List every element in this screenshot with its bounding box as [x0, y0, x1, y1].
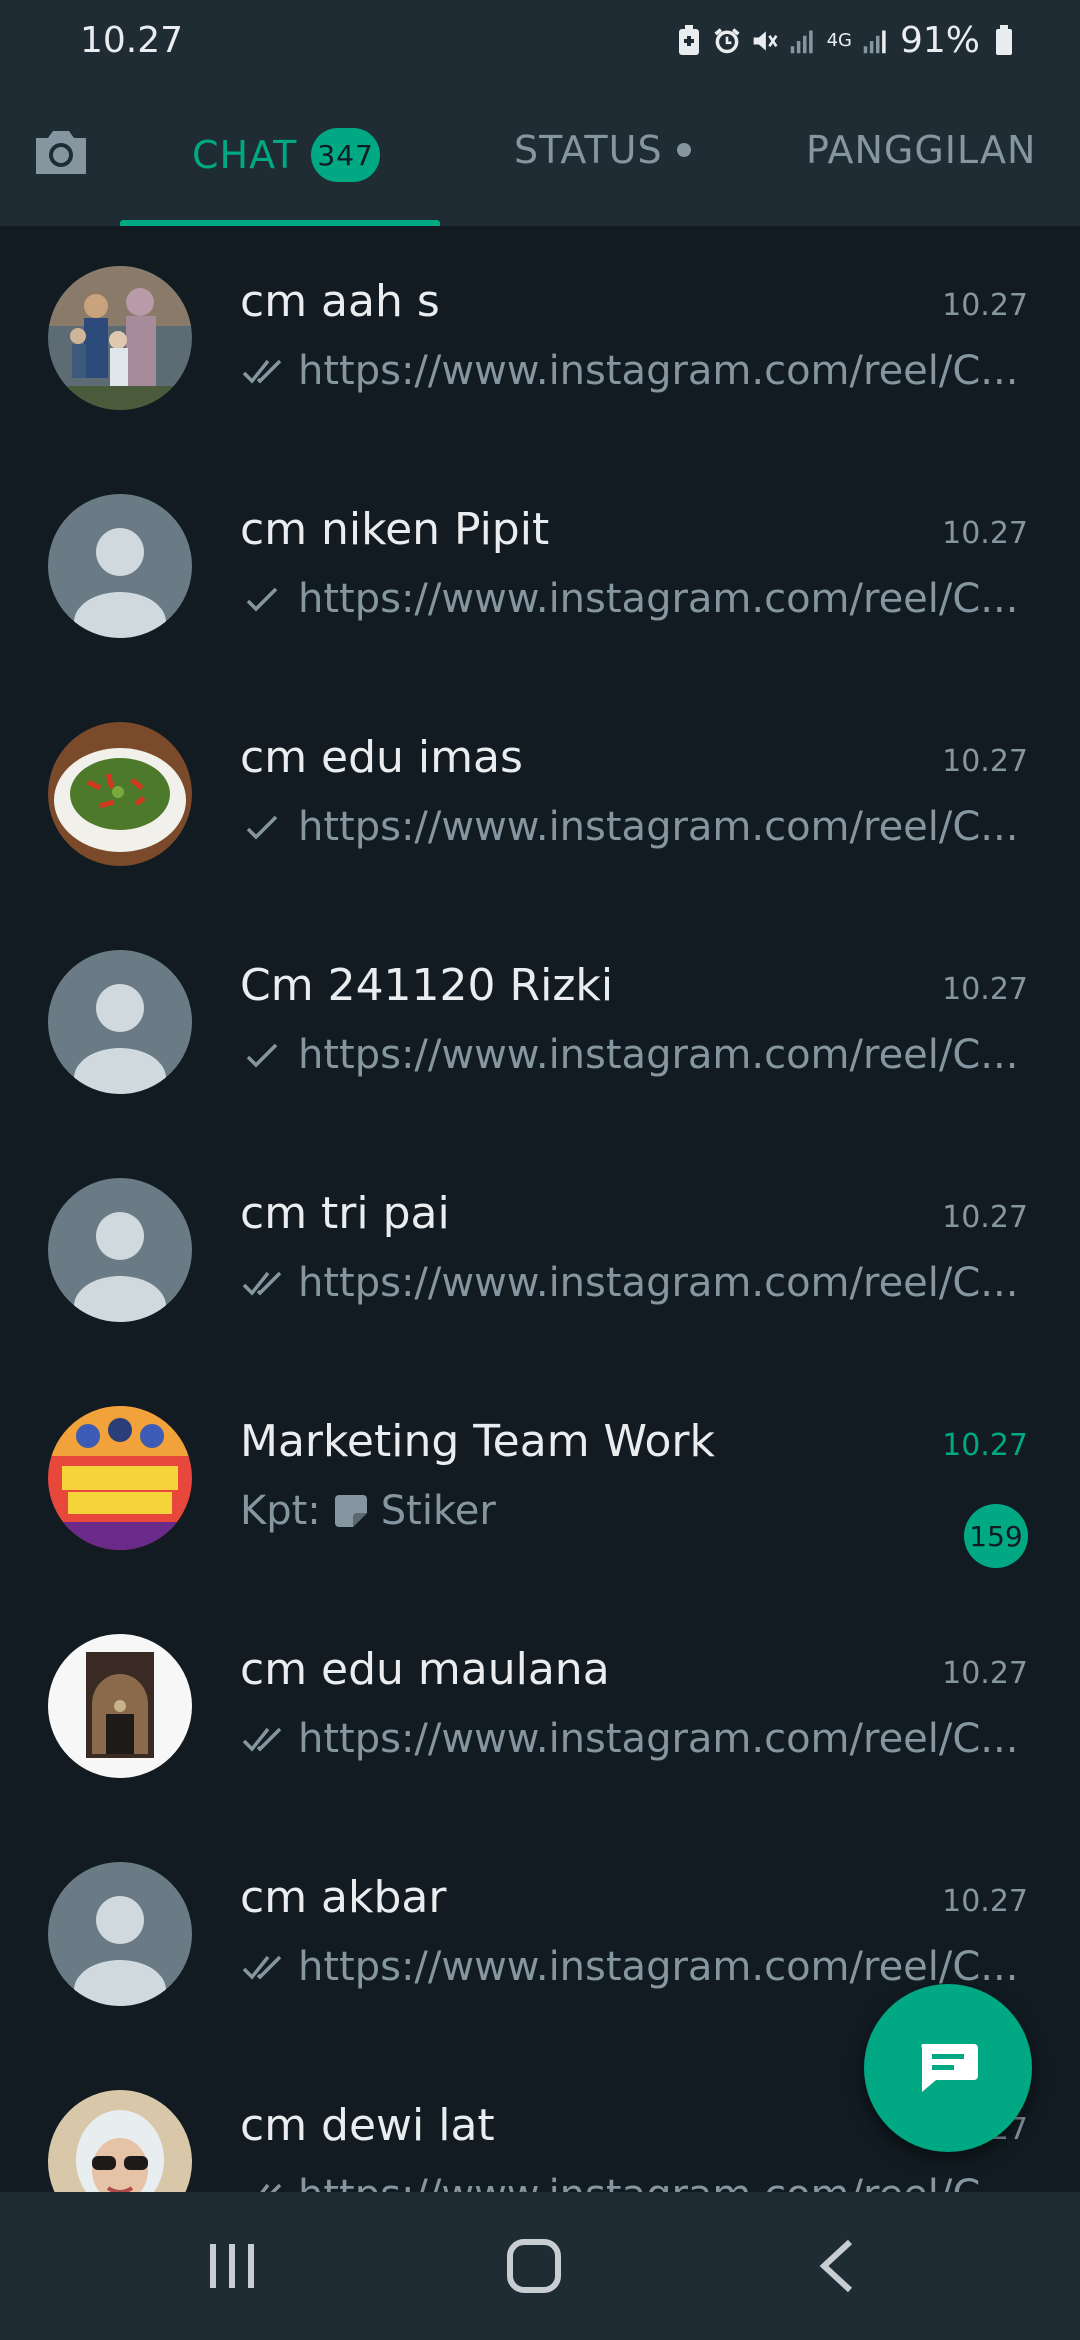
- chat-name: cm edu maulana: [240, 1644, 610, 1695]
- avatar[interactable]: [48, 1862, 192, 2006]
- room-photo-icon: [48, 1634, 192, 1778]
- default-person-icon: [48, 494, 192, 638]
- chat-time: 10.27: [942, 1656, 1028, 1691]
- chat-preview-sender: Kpt:: [240, 1488, 321, 1534]
- chat-name: cm tri pai: [240, 1188, 450, 1239]
- chat-preview: https://www.instagram.com/reel/C...: [240, 1944, 1020, 1990]
- mute-icon: [753, 30, 778, 51]
- chat-time: 10.27: [942, 288, 1028, 323]
- avatar[interactable]: [48, 266, 192, 410]
- marketing-group-logo-icon: [48, 1406, 192, 1550]
- sticker-icon: [334, 1495, 367, 1527]
- battery-saver-icon: [678, 24, 699, 55]
- chat-name: Cm 241120 Rizki: [240, 960, 614, 1011]
- double-tick-icon: [242, 1271, 282, 1296]
- chat-time: 10.27: [942, 972, 1028, 1007]
- chat-preview-text: https://www.instagram.com/reel/C...: [298, 1716, 1019, 1762]
- single-tick-icon: [246, 815, 278, 840]
- chat-preview-text: https://www.instagram.com/reel/C...: [298, 576, 1019, 622]
- chat-name: cm akbar: [240, 1872, 447, 1923]
- default-person-icon: [48, 1178, 192, 1322]
- chat-preview: https://www.instagram.com/reel/C...: [240, 1032, 1020, 1078]
- message-icon: [921, 2044, 978, 2092]
- chat-name: cm aah s: [240, 276, 440, 327]
- status-time: 10.27: [80, 20, 184, 61]
- double-tick-icon: [260, 2183, 282, 2192]
- chat-time: 10.27: [942, 744, 1028, 779]
- tab-bar: CHAT 347 STATUS PANGGILAN: [0, 90, 1080, 226]
- signal-icon-2: [863, 30, 886, 53]
- food-photo-icon: [48, 722, 192, 866]
- chat-row[interactable]: Cm 241120 Rizki 10.27 https://www.instag…: [0, 910, 1080, 1138]
- signal-icon: [790, 30, 813, 53]
- chat-preview: https://www.instagram.com/reel/C...: [240, 576, 1020, 622]
- avatar[interactable]: [48, 1406, 192, 1550]
- chat-preview-text: https://www.instagram.com/reel/C...: [298, 348, 1019, 394]
- chat-list[interactable]: cm aah s 10.27 https://www.instagram.com…: [0, 226, 1080, 2192]
- avatar[interactable]: [48, 494, 192, 638]
- chat-time: 10.27: [942, 516, 1028, 551]
- chat-row[interactable]: cm edu maulana 10.27 https://www.instagr…: [0, 1594, 1080, 1822]
- chat-preview-text: https://www.instagram.com/reel/C...: [298, 2172, 1018, 2192]
- double-tick-icon: [242, 359, 282, 384]
- recent-apps-icon[interactable]: [192, 2236, 272, 2296]
- new-chat-button[interactable]: [864, 1984, 1032, 2152]
- avatar[interactable]: [48, 1634, 192, 1778]
- chat-name: cm dewi lat: [240, 2100, 495, 2151]
- system-nav-bar: [0, 2192, 1080, 2340]
- network-type: 4G: [826, 29, 852, 51]
- single-tick-icon: [246, 587, 278, 612]
- chat-row[interactable]: cm aah s 10.27 https://www.instagram.com…: [0, 226, 1080, 454]
- chat-time: 10.27: [942, 1428, 1028, 1463]
- tab-calls[interactable]: PANGGILAN: [806, 128, 1036, 172]
- home-icon[interactable]: [494, 2236, 574, 2296]
- alarm-icon: [714, 27, 740, 53]
- camera-icon[interactable]: [30, 120, 92, 182]
- tab-chat[interactable]: CHAT 347: [192, 128, 380, 182]
- tab-status[interactable]: STATUS: [514, 128, 691, 172]
- chat-row[interactable]: Marketing Team Work 10.27 Kpt: Stiker 15…: [0, 1366, 1080, 1594]
- chat-preview: https://www.instagram.com/reel/C...: [240, 348, 1020, 394]
- family-photo-icon: [48, 266, 192, 410]
- avatar[interactable]: [48, 950, 192, 1094]
- back-icon[interactable]: [798, 2236, 878, 2296]
- chat-time: 10.27: [942, 1200, 1028, 1235]
- woman-photo-icon: [48, 2090, 192, 2192]
- status-icons: 4G 91%: [675, 20, 1018, 61]
- chat-name: Marketing Team Work: [240, 1416, 715, 1467]
- battery-percent: 91%: [899, 20, 980, 61]
- single-tick-icon: [246, 1043, 278, 1068]
- chat-name: cm niken Pipit: [240, 504, 550, 555]
- chat-name: cm edu imas: [240, 732, 523, 783]
- status-bar: 10.27 4G 91%: [0, 0, 1080, 90]
- chat-preview: https://www.instagram.com/reel/C...: [240, 1260, 1020, 1306]
- avatar[interactable]: [48, 722, 192, 866]
- chat-time: 10.27: [942, 1884, 1028, 1919]
- chat-row[interactable]: cm tri pai 10.27 https://www.instagram.c…: [0, 1138, 1080, 1366]
- chat-preview-text: https://www.instagram.com/reel/C...: [298, 1260, 1019, 1306]
- avatar[interactable]: [48, 1178, 192, 1322]
- chat-preview-text: https://www.instagram.com/reel/C...: [298, 804, 1019, 850]
- double-tick-icon: [242, 1727, 282, 1752]
- default-person-icon: [48, 1862, 192, 2006]
- chat-row[interactable]: cm edu imas 10.27 https://www.instagram.…: [0, 682, 1080, 910]
- chat-preview: https://www.instagram.com/reel/C...: [240, 804, 1020, 850]
- chat-preview-text: https://www.instagram.com/reel/C...: [298, 1032, 1019, 1078]
- default-person-icon: [48, 950, 192, 1094]
- chat-preview-text: Stiker: [380, 1488, 496, 1534]
- tab-status-label: STATUS: [514, 128, 663, 172]
- tab-chat-label: CHAT: [192, 133, 298, 177]
- double-tick-icon: [242, 1955, 282, 1980]
- chat-preview: https://www.instagram.com/reel/C...: [240, 1716, 1020, 1762]
- chat-preview-text: https://www.instagram.com/reel/C...: [298, 1944, 1019, 1990]
- battery-icon: [996, 24, 1012, 55]
- unread-count-badge: 159: [964, 1504, 1028, 1568]
- status-dot-icon: [676, 143, 691, 157]
- avatar[interactable]: [48, 2090, 192, 2192]
- chat-preview: Kpt: Stiker: [240, 1488, 1020, 1534]
- chat-count-badge: 347: [311, 128, 380, 182]
- chat-preview: https://www.instagram.com/reel/C...: [240, 2172, 1020, 2192]
- chat-row[interactable]: cm niken Pipit 10.27 https://www.instagr…: [0, 454, 1080, 682]
